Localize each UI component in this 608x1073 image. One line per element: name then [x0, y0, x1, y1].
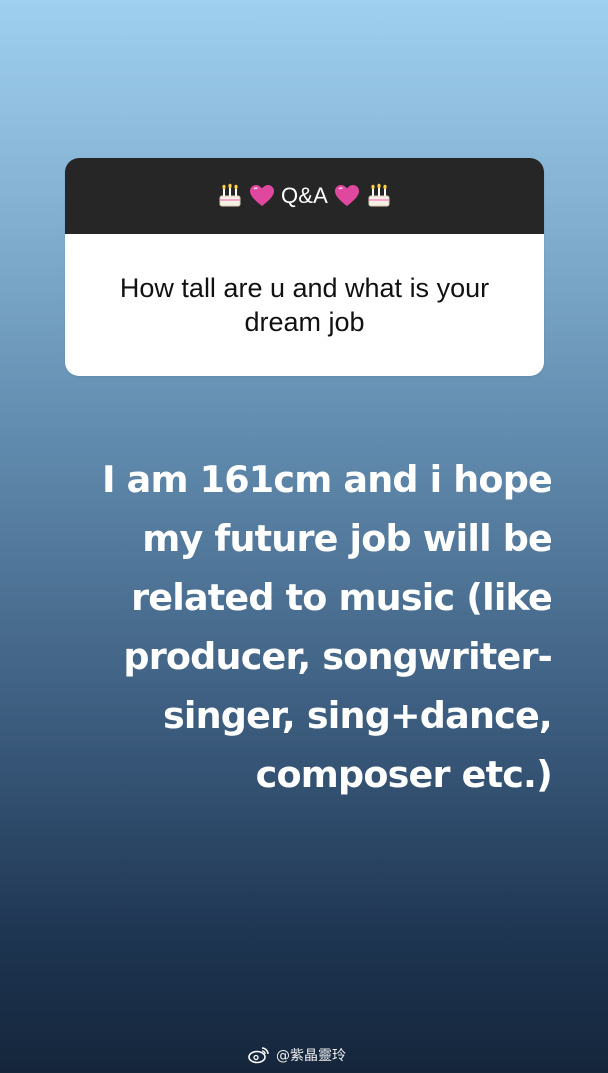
- qa-question-text: How tall are u and what is your dream jo…: [119, 273, 490, 337]
- weibo-icon: [248, 1046, 270, 1064]
- heart-icon: [332, 181, 362, 211]
- qa-sticker-title: Q&A: [280, 183, 329, 208]
- qa-sticker-header: Q&A: [65, 158, 544, 234]
- cake-icon: [364, 181, 394, 211]
- cake-icon: [215, 181, 245, 211]
- weibo-watermark: @紫晶靈玲: [248, 1045, 346, 1065]
- answer-text: I am 161cm and i hope my future job will…: [101, 458, 553, 796]
- qa-sticker: Q&A How tall are u and what is your drea…: [65, 158, 544, 376]
- heart-icon: [247, 181, 277, 211]
- watermark-text: @紫晶靈玲: [276, 1048, 346, 1064]
